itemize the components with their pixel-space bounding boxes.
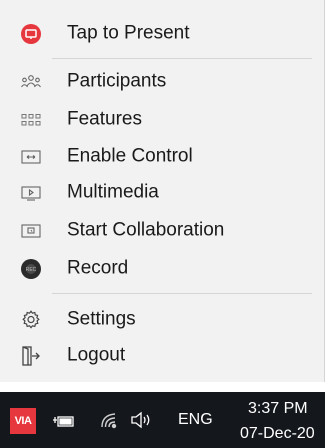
- features-icon: [20, 109, 42, 131]
- menu-item-tap-to-present[interactable]: Tap to Present: [0, 16, 325, 52]
- menu-item-label: Settings: [67, 308, 136, 330]
- battery-icon[interactable]: [52, 410, 76, 432]
- menu-item-label: Features: [67, 108, 142, 130]
- volume-icon[interactable]: [130, 410, 154, 430]
- svg-text:REC: REC: [26, 267, 37, 273]
- menu-item-record[interactable]: REC Record: [0, 251, 325, 287]
- menu-item-multimedia[interactable]: Multimedia: [0, 175, 325, 211]
- gear-icon: [20, 309, 42, 331]
- language-indicator[interactable]: ENG: [178, 411, 213, 429]
- participants-icon: [20, 71, 42, 93]
- app-tray-icon[interactable]: VIA: [10, 408, 36, 434]
- clock-time[interactable]: 3:37 PM: [248, 400, 308, 418]
- multimedia-icon: [20, 182, 42, 204]
- wifi-icon[interactable]: [98, 409, 120, 431]
- tray-context-menu: Tap to Present Participants Features Ena…: [0, 0, 325, 382]
- menu-separator: [52, 293, 312, 294]
- menu-item-label: Start Collaboration: [67, 219, 225, 241]
- menu-item-label: Record: [67, 257, 129, 279]
- menu-item-enable-control[interactable]: Enable Control: [0, 139, 325, 175]
- menu-item-features[interactable]: Features: [0, 102, 325, 138]
- menu-item-start-collaboration[interactable]: Start Collaboration: [0, 213, 325, 249]
- menu-item-label: Participants: [67, 70, 167, 92]
- record-icon: REC: [20, 258, 42, 280]
- menu-item-logout[interactable]: Logout: [0, 338, 325, 374]
- menu-item-label: Multimedia: [67, 181, 159, 203]
- app-logo-text: VIA: [14, 415, 32, 427]
- present-icon: [20, 23, 42, 45]
- enable-control-icon: [20, 146, 42, 168]
- menu-item-label: Enable Control: [67, 145, 193, 167]
- menu-item-settings[interactable]: Settings: [0, 302, 325, 338]
- menu-item-label: Logout: [67, 344, 126, 366]
- collaboration-icon: [20, 220, 42, 242]
- menu-item-participants[interactable]: Participants: [0, 64, 325, 100]
- taskbar: VIA ENG 3:37 PM 07-Dec-20: [0, 392, 325, 448]
- clock-date[interactable]: 07-Dec-20: [240, 425, 315, 443]
- menu-separator: [52, 58, 312, 59]
- menu-item-label: Tap to Present: [67, 22, 190, 44]
- logout-icon: [20, 345, 42, 367]
